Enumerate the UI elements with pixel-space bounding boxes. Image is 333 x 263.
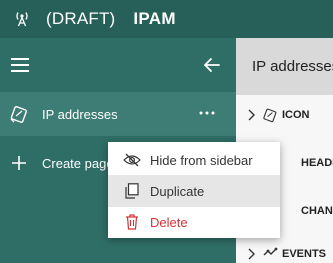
draft-label: (DRAFT) bbox=[46, 9, 116, 28]
trash-icon bbox=[123, 213, 141, 231]
eye-off-icon bbox=[123, 151, 141, 169]
menu-item-label: Duplicate bbox=[150, 183, 205, 199]
chevron-right-icon[interactable] bbox=[247, 248, 257, 260]
context-menu: Hide from sidebar Duplicate Delete bbox=[108, 142, 280, 238]
app-header: (DRAFT) IPAM bbox=[0, 0, 333, 38]
ellipsis-icon[interactable] bbox=[198, 104, 216, 122]
hamburger-icon[interactable] bbox=[11, 58, 29, 72]
menu-item-label: Delete bbox=[150, 214, 188, 230]
menu-item-duplicate[interactable]: Duplicate bbox=[108, 175, 280, 207]
sidebar-item-ip-addresses[interactable]: IP addresses bbox=[0, 92, 236, 136]
tree-row-icon[interactable]: ICON bbox=[236, 105, 333, 125]
event-icon bbox=[262, 246, 278, 262]
page-header: IP addresses bbox=[236, 38, 333, 95]
network-tag-icon bbox=[9, 104, 29, 124]
menu-item-delete[interactable]: Delete bbox=[108, 206, 280, 238]
plus-icon bbox=[9, 153, 29, 173]
chevron-right-icon[interactable] bbox=[247, 109, 257, 121]
tree-row-label: ICON bbox=[282, 109, 310, 121]
tree-row-label: CHANNELS bbox=[301, 205, 333, 217]
tree-row-events[interactable]: EVENTS bbox=[236, 244, 333, 263]
app-name: IPAM bbox=[133, 9, 176, 28]
menu-item-label: Hide from sidebar bbox=[150, 152, 253, 168]
tree-row-label: HEADER bbox=[301, 157, 333, 169]
duplicate-icon bbox=[123, 182, 141, 200]
tree-row-label: EVENTS bbox=[282, 248, 327, 260]
sidebar-header bbox=[0, 38, 236, 92]
arrow-left-icon[interactable] bbox=[202, 55, 222, 75]
page-title: IP addresses bbox=[252, 58, 333, 75]
create-page-label: Create page bbox=[42, 155, 114, 171]
sidebar-item-label: IP addresses bbox=[42, 106, 118, 122]
menu-item-hide-from-sidebar[interactable]: Hide from sidebar bbox=[108, 144, 280, 176]
cellular-tower-icon bbox=[13, 10, 31, 28]
network-tag-icon bbox=[262, 107, 278, 123]
